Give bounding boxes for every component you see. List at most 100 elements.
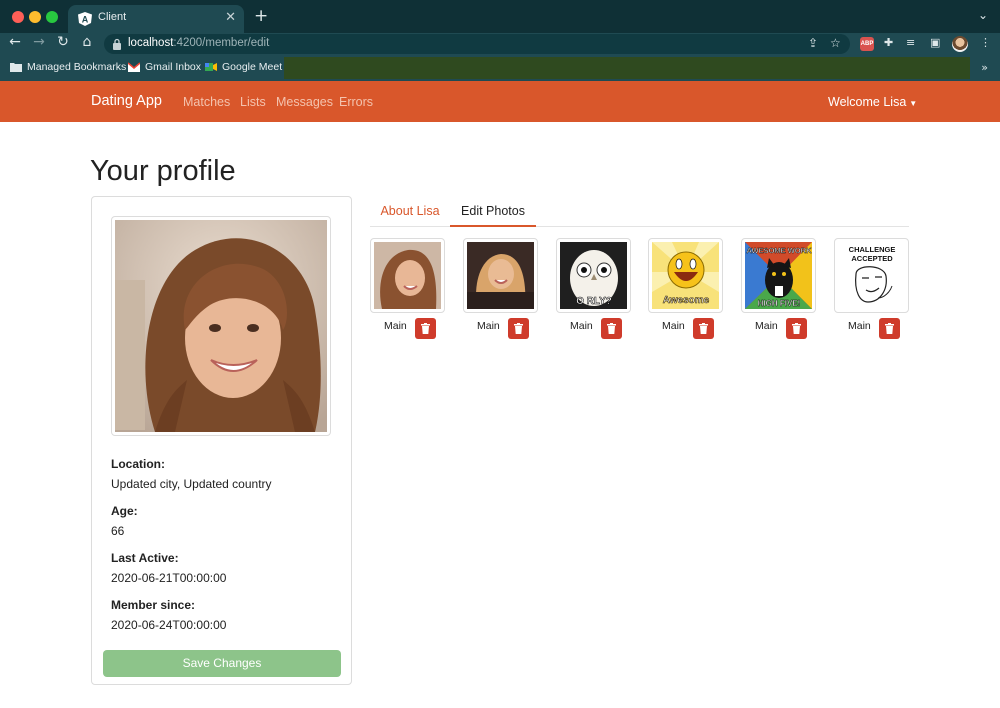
photo-item: O RLY? Main (556, 238, 631, 339)
photo-thumbnail (463, 238, 538, 313)
browser-toolbar: ← → ↻ ⌂ localhost:4200/member/edit ⇪ ☆ A… (0, 33, 1000, 55)
profile-avatar[interactable] (952, 36, 968, 52)
share-icon[interactable]: ⇪ (808, 36, 818, 50)
page-title: Your profile (90, 155, 236, 187)
bookmark-star-icon[interactable]: ☆ (830, 36, 841, 50)
tab-edit-photos[interactable]: Edit Photos (450, 196, 536, 227)
nav-link-messages[interactable]: Messages (276, 95, 333, 109)
side-panel-icon[interactable]: ▣ (930, 36, 940, 49)
photo-actions: Main (662, 318, 724, 339)
profile-card: Location: Updated city, Updated country … (91, 196, 352, 685)
trash-icon (514, 323, 523, 334)
age-field: Age: 66 (111, 504, 138, 538)
location-field: Location: Updated city, Updated country (111, 457, 272, 491)
set-main-button[interactable]: Main (384, 320, 407, 332)
bookmark-gmail[interactable]: Gmail Inbox (128, 61, 201, 73)
delete-photo-button[interactable] (508, 318, 529, 339)
nav-link-errors[interactable]: Errors (339, 95, 373, 109)
gmail-icon (128, 62, 140, 72)
tab-title: Client (98, 11, 127, 23)
set-main-button[interactable]: Main (662, 320, 685, 332)
delete-photo-button[interactable] (601, 318, 622, 339)
tab-search-chevron-icon[interactable]: ⌄ (978, 8, 988, 22)
maximize-window-button[interactable] (46, 11, 58, 23)
browser-tab[interactable]: A Client ✕ (68, 5, 244, 33)
close-window-button[interactable] (12, 11, 24, 23)
svg-text:ACCEPTED: ACCEPTED (851, 254, 893, 263)
last-active-label: Last Active: (111, 551, 179, 565)
member-since-field: Member since: 2020-06-24T00:00:00 (111, 598, 226, 632)
bookmarks-bar: Managed Bookmarks Gmail Inbox Google Mee… (0, 55, 1000, 81)
home-icon[interactable]: ⌂ (78, 34, 96, 50)
photo-thumbnail: O RLY? (556, 238, 631, 313)
svg-text:HIGH FIVE!: HIGH FIVE! (758, 299, 801, 308)
photo-actions: Main (848, 318, 910, 339)
save-changes-button[interactable]: Save Changes (103, 650, 341, 677)
minimize-window-button[interactable] (29, 11, 41, 23)
reading-list-icon[interactable]: ≡ (906, 36, 915, 49)
reload-icon[interactable]: ↻ (54, 34, 72, 50)
age-value: 66 (111, 524, 125, 538)
photo-actions: Main (477, 318, 539, 339)
trash-icon (421, 323, 430, 334)
forward-arrow-icon[interactable]: → (30, 34, 48, 50)
photo-thumbnail: Awesome (648, 238, 723, 313)
last-active-field: Last Active: 2020-06-21T00:00:00 (111, 551, 226, 585)
browser-window: A Client ✕ + ⌄ ← → ↻ ⌂ localhost:4200/me… (0, 0, 1000, 708)
more-bookmarks-icon[interactable]: » (981, 61, 988, 74)
app-navbar: Dating App Matches Lists Messages Errors… (0, 81, 1000, 122)
user-dropdown-toggle[interactable]: Welcome Lisa ▼ (828, 95, 917, 109)
photo-item: Main (370, 238, 445, 339)
location-value: Updated city, Updated country (111, 477, 272, 491)
profile-tabs: About Lisa Edit Photos (370, 196, 909, 227)
photo-item: Main (463, 238, 538, 339)
bookmark-google-meet[interactable]: Google Meet (205, 61, 282, 73)
age-label: Age: (111, 504, 138, 518)
member-since-value: 2020-06-24T00:00:00 (111, 618, 227, 632)
photo-thumbnail: CHALLENGE ACCEPTED (834, 238, 909, 313)
nav-link-matches[interactable]: Matches (183, 95, 230, 109)
folder-icon (10, 63, 22, 72)
photo-thumbnail: AWESOME WORK HIGH FIVE! (741, 238, 816, 313)
menu-kebab-icon[interactable]: ⋮ (980, 36, 991, 49)
tab-about[interactable]: About Lisa (370, 196, 450, 227)
svg-text:AWESOME WORK: AWESOME WORK (747, 246, 813, 255)
photo-actions: Main (755, 318, 817, 339)
url-text: localhost:4200/member/edit (128, 37, 270, 49)
nav-link-lists[interactable]: Lists (240, 95, 266, 109)
photo-item: CHALLENGE ACCEPTED Main (834, 238, 909, 339)
svg-text:Awesome: Awesome (663, 295, 710, 306)
set-main-button[interactable]: Main (848, 320, 871, 332)
caret-down-icon: ▼ (909, 99, 918, 108)
brand-link[interactable]: Dating App (91, 93, 162, 109)
extensions-puzzle-icon[interactable]: ✚ (884, 36, 893, 49)
angular-icon: A (78, 12, 92, 26)
google-meet-icon (205, 63, 217, 71)
svg-text:A: A (82, 15, 89, 25)
photo-actions: Main (570, 318, 632, 339)
delete-photo-button[interactable] (415, 318, 436, 339)
bookmark-managed[interactable]: Managed Bookmarks (10, 61, 126, 73)
trash-icon (885, 323, 894, 334)
delete-photo-button[interactable] (786, 318, 807, 339)
set-main-button[interactable]: Main (570, 320, 593, 332)
svg-text:O RLY?: O RLY? (576, 296, 612, 307)
delete-photo-button[interactable] (693, 318, 714, 339)
new-tab-icon[interactable]: + (254, 6, 268, 26)
svg-text:CHALLENGE: CHALLENGE (849, 245, 896, 254)
profile-photo (111, 216, 331, 436)
address-bar[interactable]: localhost:4200/member/edit ⇪ ☆ (104, 34, 850, 54)
set-main-button[interactable]: Main (755, 320, 778, 332)
bookmarks-bar-region (284, 57, 970, 79)
delete-photo-button[interactable] (879, 318, 900, 339)
close-tab-icon[interactable]: ✕ (225, 10, 236, 25)
set-main-button[interactable]: Main (477, 320, 500, 332)
trash-icon (607, 323, 616, 334)
adblock-extension-icon[interactable]: ABP (860, 37, 874, 51)
profile-photo-image (115, 220, 327, 432)
photo-thumbnail (370, 238, 445, 313)
location-label: Location: (111, 457, 165, 471)
photo-item: AWESOME WORK HIGH FIVE! Main (741, 238, 816, 339)
member-since-label: Member since: (111, 598, 196, 612)
back-arrow-icon[interactable]: ← (6, 34, 24, 50)
